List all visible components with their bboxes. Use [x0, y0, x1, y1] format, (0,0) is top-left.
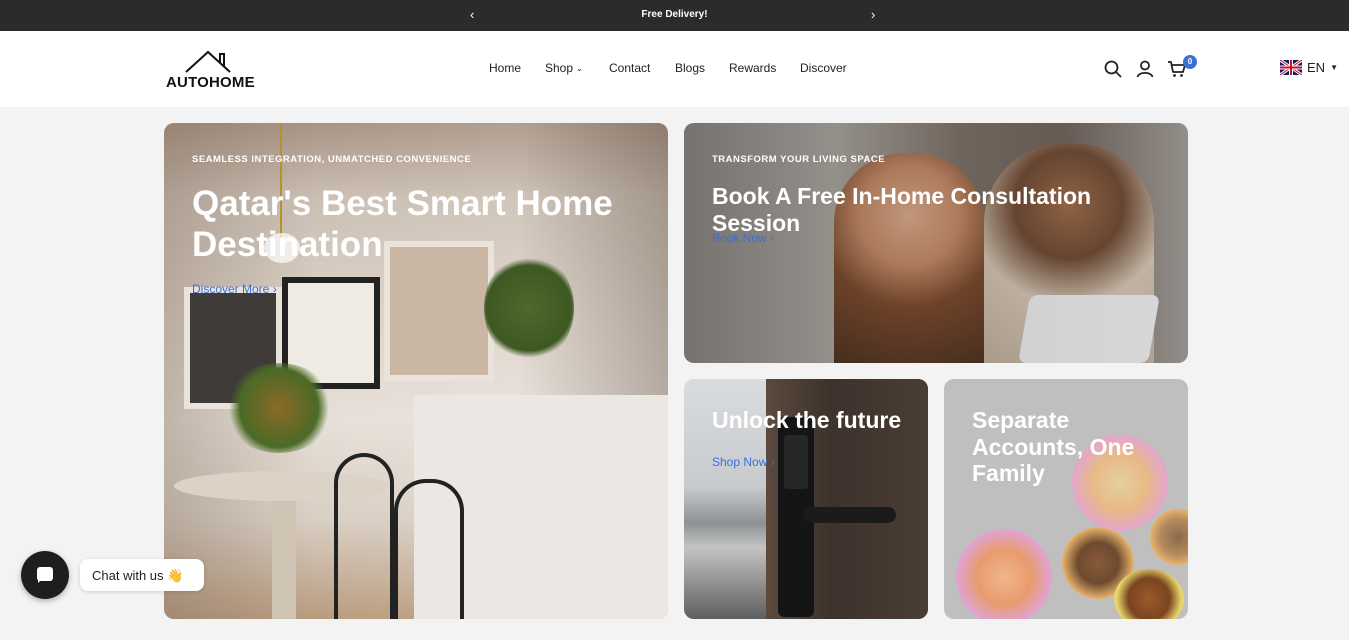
nav-blogs[interactable]: Blogs — [675, 61, 705, 75]
shop-now-link[interactable]: Shop Now › — [712, 455, 775, 469]
house-roof-icon — [185, 50, 231, 73]
book-now-link[interactable]: Book Now › — [712, 231, 774, 245]
consultation-title: Book A Free In-Home Consultation Session — [712, 183, 1092, 236]
avatar — [956, 529, 1052, 619]
avatar — [1150, 509, 1188, 565]
chevron-down-icon: ⌄ — [576, 64, 583, 74]
consultation-eyebrow: TRANSFORM YOUR LIVING SPACE — [712, 154, 886, 165]
chevron-right-icon: › — [770, 231, 775, 245]
chat-label-text: Chat with us — [92, 568, 164, 583]
site-header: AUTOHOME Home Shop ⌄ Contact Blogs Reward… — [0, 31, 1349, 107]
table-leg — [272, 495, 296, 619]
language-selector[interactable]: EN ▼ — [1280, 60, 1338, 75]
announcement-bar: ‹ Free Delivery! › — [0, 0, 1349, 31]
lock-card-title: Unlock the future — [712, 407, 902, 433]
avatar — [1114, 569, 1184, 619]
hero-card[interactable]: SEAMLESS INTEGRATION, UNMATCHED CONVENIE… — [164, 123, 668, 619]
door-handle — [804, 507, 896, 523]
nav-contact[interactable]: Contact — [609, 61, 650, 75]
family-accounts-card[interactable]: Separate Accounts, One Family — [944, 379, 1188, 619]
logo-text: AUTOHOME — [166, 74, 255, 91]
consultation-card[interactable]: TRANSFORM YOUR LIVING SPACE Book A Free … — [684, 123, 1188, 363]
caret-down-icon: ▼ — [1330, 63, 1338, 72]
nav-shop-label: Shop — [545, 61, 574, 75]
account-icon[interactable] — [1135, 59, 1155, 79]
announcement-message: Free Delivery! — [641, 9, 708, 20]
chevron-right-icon: › — [770, 455, 775, 469]
discover-more-link[interactable]: Discover More › — [192, 282, 277, 296]
chat-bubble-tail — [38, 579, 42, 583]
smart-lock-card[interactable]: Unlock the future Shop Now › — [684, 379, 928, 619]
hero-title: Qatar's Best Smart Home Destination — [192, 184, 613, 264]
nav-home[interactable]: Home — [489, 61, 521, 75]
uk-flag-icon — [1280, 60, 1302, 75]
nav-discover[interactable]: Discover — [800, 61, 847, 75]
book-now-label: Book Now — [712, 231, 767, 245]
search-icon[interactable] — [1103, 59, 1123, 79]
keypad — [784, 435, 808, 489]
chair — [334, 453, 394, 619]
cart-count-badge: 0 — [1183, 55, 1197, 69]
logo[interactable]: AUTOHOME — [166, 48, 256, 91]
chevron-right-icon[interactable]: › — [871, 7, 875, 22]
chair — [394, 479, 464, 619]
shop-now-label: Shop Now — [712, 455, 768, 469]
nav-rewards[interactable]: Rewards — [729, 61, 776, 75]
discover-more-label: Discover More — [192, 282, 270, 296]
chat-button[interactable] — [21, 551, 69, 599]
chevron-right-icon: › — [272, 282, 277, 296]
plant-image — [224, 363, 334, 453]
nav-shop[interactable]: Shop ⌄ — [545, 61, 583, 75]
wave-emoji-icon: 👋 — [167, 568, 184, 583]
language-label: EN — [1307, 60, 1326, 75]
hero-eyebrow: SEAMLESS INTEGRATION, UNMATCHED CONVENIE… — [192, 154, 472, 165]
chat-label[interactable]: Chat with us 👋 — [80, 559, 204, 591]
accounts-card-title: Separate Accounts, One Family — [972, 407, 1135, 487]
plant-image — [484, 253, 574, 363]
